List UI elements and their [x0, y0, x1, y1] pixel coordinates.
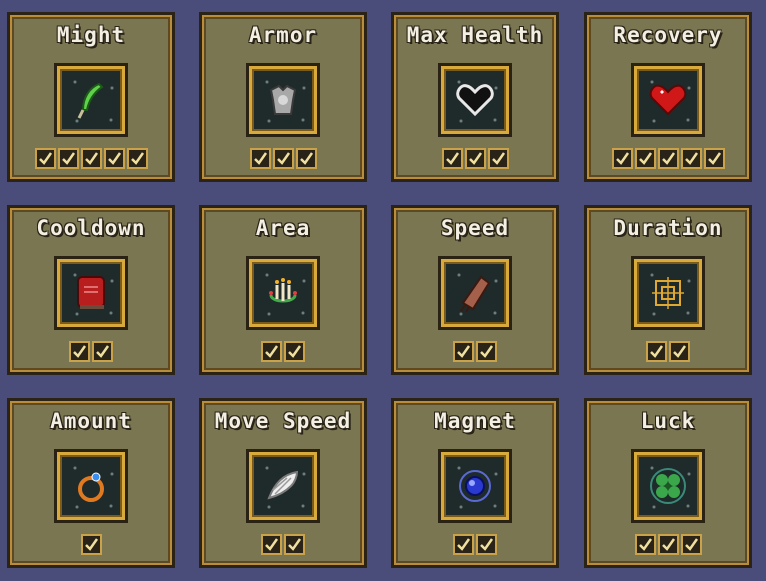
powerup-title: Armor — [248, 23, 318, 47]
level-check-icon — [34, 148, 56, 169]
heart-gem-icon — [631, 63, 705, 137]
powerup-card-recovery[interactable]: Recovery — [584, 12, 752, 182]
powerup-title: Recovery — [613, 23, 723, 47]
level-check-icon — [476, 341, 497, 362]
powerup-title: Cooldown — [36, 216, 146, 240]
level-checks — [394, 341, 556, 362]
bracer-icon — [438, 256, 512, 330]
clover-icon — [631, 449, 705, 523]
tome-icon — [54, 256, 128, 330]
powerup-grid: Might Armor Max Health Recovery Cooldown — [0, 0, 766, 581]
level-check-icon — [284, 341, 305, 362]
powerup-card-cooldown[interactable]: Cooldown — [7, 205, 175, 375]
level-check-icon — [453, 341, 474, 362]
level-checks — [587, 341, 749, 362]
level-check-icon — [669, 341, 690, 362]
powerup-card-magnet[interactable]: Magnet — [391, 398, 559, 568]
level-check-icon — [261, 341, 282, 362]
level-check-icon — [703, 148, 725, 169]
level-check-icon — [680, 534, 702, 555]
level-check-icon — [680, 148, 702, 169]
powerup-card-duration[interactable]: Duration — [584, 205, 752, 375]
powerup-title: Move Speed — [214, 409, 352, 433]
level-check-icon — [634, 534, 656, 555]
powerup-title: Speed — [440, 216, 510, 240]
level-check-icon — [657, 534, 679, 555]
powerup-title: Max Health — [406, 23, 544, 47]
level-checks — [202, 148, 364, 169]
level-checks — [587, 148, 749, 169]
powerup-title: Amount — [50, 409, 132, 433]
armor-icon — [246, 63, 320, 137]
level-check-icon — [464, 148, 486, 169]
powerup-card-area[interactable]: Area — [199, 205, 367, 375]
powerup-title: Magnet — [434, 409, 516, 433]
level-checks — [202, 534, 364, 555]
level-check-icon — [57, 148, 79, 169]
spellbinder-icon — [631, 256, 705, 330]
level-check-icon — [453, 534, 474, 555]
level-checks — [394, 534, 556, 555]
powerup-title: Might — [56, 23, 126, 47]
candelabra-icon — [246, 256, 320, 330]
powerup-card-speed[interactable]: Speed — [391, 205, 559, 375]
level-checks — [10, 534, 172, 555]
level-check-icon — [126, 148, 148, 169]
powerup-title: Duration — [613, 216, 723, 240]
level-check-icon — [441, 148, 463, 169]
level-check-icon — [103, 148, 125, 169]
level-check-icon — [249, 148, 271, 169]
powerup-card-max-health[interactable]: Max Health — [391, 12, 559, 182]
level-check-icon — [261, 534, 282, 555]
level-check-icon — [611, 148, 633, 169]
powerup-card-move-speed[interactable]: Move Speed — [199, 398, 367, 568]
level-check-icon — [80, 534, 102, 555]
level-check-icon — [284, 534, 305, 555]
level-checks — [394, 148, 556, 169]
powerup-title: Luck — [640, 409, 696, 433]
level-check-icon — [69, 341, 90, 362]
level-check-icon — [487, 148, 509, 169]
level-check-icon — [92, 341, 113, 362]
level-check-icon — [476, 534, 497, 555]
level-check-icon — [80, 148, 102, 169]
level-checks — [587, 534, 749, 555]
level-checks — [10, 341, 172, 362]
ring-icon — [54, 449, 128, 523]
level-check-icon — [646, 341, 667, 362]
level-checks — [202, 341, 364, 362]
wing-icon — [246, 449, 320, 523]
powerup-card-luck[interactable]: Luck — [584, 398, 752, 568]
powerup-card-amount[interactable]: Amount — [7, 398, 175, 568]
level-check-icon — [634, 148, 656, 169]
feather-icon — [54, 63, 128, 137]
level-check-icon — [657, 148, 679, 169]
level-check-icon — [272, 148, 294, 169]
powerup-card-might[interactable]: Might — [7, 12, 175, 182]
orb-icon — [438, 449, 512, 523]
level-checks — [10, 148, 172, 169]
level-check-icon — [295, 148, 317, 169]
heart-outline-icon — [438, 63, 512, 137]
powerup-title: Area — [255, 216, 311, 240]
powerup-card-armor[interactable]: Armor — [199, 12, 367, 182]
